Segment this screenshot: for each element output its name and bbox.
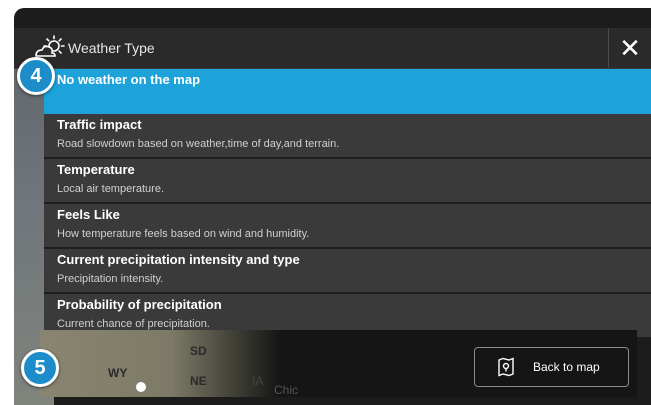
close-button[interactable]: ✕ [608,28,651,68]
map-label-ia: IA [252,374,264,388]
callout-badge-4: 4 [17,57,55,95]
option-description: Current chance of precipitation. [57,318,210,330]
weather-option-temperature[interactable]: Temperature Local air temperature. [44,159,651,204]
weather-type-list: No weather on the map Traffic impact Roa… [44,69,651,339]
map-preview[interactable] [40,330,280,397]
weather-option-feels-like[interactable]: Feels Like How temperature feels based o… [44,204,651,249]
map-label-wy: WY [108,366,128,380]
close-icon: ✕ [619,33,641,63]
map-label-chic: Chic [274,383,299,397]
back-to-map-label: Back to map [533,360,600,374]
callout-badge-5: 5 [21,349,59,387]
option-title: Traffic impact [57,117,142,132]
option-title: Temperature [57,162,135,177]
option-title: Probability of precipitation [57,297,222,312]
option-title: No weather on the map [57,72,201,87]
weather-type-header: Weather Type ✕ [14,28,651,69]
header-title: Weather Type [68,40,155,56]
back-to-map-button[interactable]: Back to map [474,347,629,387]
map-label-sd: SD [190,344,207,358]
callout-number: 5 [34,356,46,379]
option-description: Road slowdown based on weather,time of d… [57,138,340,150]
map-pin-icon [497,357,515,377]
weather-option-precipitation-intensity[interactable]: Current precipitation intensity and type… [44,249,651,294]
option-title: Current precipitation intensity and type [57,252,300,267]
weather-option-no-weather[interactable]: No weather on the map [44,69,651,114]
map-label-ne: NE [190,374,207,388]
option-description: How temperature feels based on wind and … [57,228,310,240]
weather-option-traffic-impact[interactable]: Traffic impact Road slowdown based on we… [44,114,651,159]
callout-number: 4 [30,64,42,87]
option-description: Precipitation intensity. [57,273,164,285]
option-title: Feels Like [57,207,120,222]
page-indicator-dot [136,382,146,392]
option-description: Local air temperature. [57,183,164,195]
